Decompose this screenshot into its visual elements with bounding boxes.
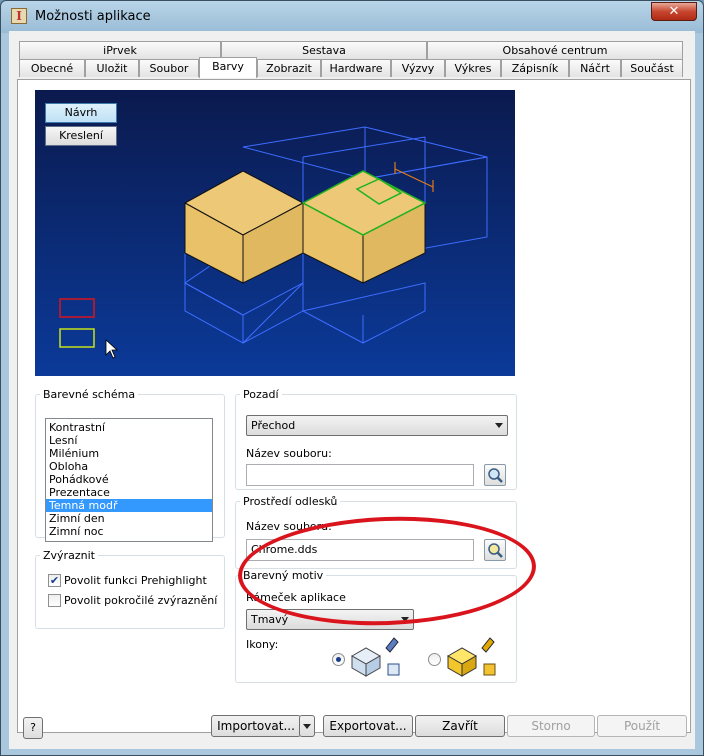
color-scheme-label: Barevné schéma (43, 388, 136, 401)
reflection-group: Prostředí odlesků Název souboru: Chrome.… (235, 495, 517, 569)
list-item-selected[interactable]: Temná modř (46, 499, 212, 512)
close-button[interactable]: Zavřít (415, 715, 505, 737)
prehighlight-label: Povolit funkci Prehighlight (64, 574, 207, 587)
background-filename-label: Název souboru: (246, 447, 332, 460)
highlight-label: Zvýraznit (43, 549, 95, 562)
light-cube-icon (350, 637, 400, 677)
chevron-down-icon (303, 724, 311, 729)
color-scheme-group: Barevné schéma Kontrastní Lesní Milénium… (35, 388, 225, 542)
title-bar[interactable]: I Možnosti aplikace ✕ (1, 1, 703, 33)
tab-nacrt[interactable]: Náčrt (569, 59, 621, 77)
tab-hardware[interactable]: Hardware (321, 59, 391, 77)
highlight-group: Zvýraznit ✔ Povolit funkci Prehighlight … (35, 549, 225, 629)
tab-soucast[interactable]: Součást (621, 59, 683, 77)
reflection-browse-button[interactable] (484, 539, 506, 561)
frame-select-value: Tmavý (251, 613, 289, 626)
icons-light-radio[interactable] (332, 653, 345, 666)
chevron-down-icon (495, 423, 503, 428)
tab-obecne[interactable]: Obecné (19, 59, 85, 77)
frame-label: Rámeček aplikace (246, 591, 346, 604)
list-item[interactable]: Obloha (46, 460, 212, 473)
tab-soubor[interactable]: Soubor (139, 59, 199, 77)
reflection-filename-input[interactable]: Chrome.dds (246, 539, 474, 561)
tab-ulozit[interactable]: Uložit (85, 59, 139, 77)
preview-drawing-button[interactable]: Kreslení (45, 126, 117, 146)
help-button[interactable]: ? (23, 717, 43, 739)
window-title: Možnosti aplikace (35, 9, 151, 24)
dialog-window: I Možnosti aplikace ✕ iPrvek Sestava Obs… (0, 0, 704, 756)
magnifier-icon (488, 543, 503, 558)
enhanced-highlight-label: Povolit pokročilé zvýraznění (64, 594, 218, 607)
frame-select[interactable]: Tmavý (246, 609, 414, 630)
export-button[interactable]: Exportovat... (323, 715, 413, 737)
cancel-button[interactable]: Storno (507, 715, 595, 737)
background-browse-button[interactable] (484, 464, 506, 486)
dialog-client: iPrvek Sestava Obsahové centrum Obecné U… (9, 31, 695, 749)
list-item[interactable]: Kontrastní (46, 421, 212, 434)
tab-obsahove-centrum[interactable]: Obsahové centrum (427, 41, 683, 59)
background-select[interactable]: Přechod (246, 415, 508, 436)
reflection-label: Prostředí odlesků (243, 495, 338, 508)
list-item[interactable]: Zimní den (46, 512, 212, 525)
import-button[interactable]: Importovat... (211, 715, 301, 737)
tab-iprvek[interactable]: iPrvek (19, 41, 221, 59)
list-item[interactable]: Prezentace (46, 486, 212, 499)
icons-label: Ikony: (246, 638, 279, 651)
tab-vyzvy[interactable]: Výzvy (391, 59, 445, 77)
dark-cube-icon (446, 637, 496, 677)
tab-zobrazit[interactable]: Zobrazit (257, 59, 321, 77)
import-menu-button[interactable] (299, 715, 315, 737)
list-item[interactable]: Lesní (46, 434, 212, 447)
background-filename-input[interactable] (246, 464, 474, 486)
icons-dark-radio[interactable] (428, 653, 441, 666)
reflection-filename-label: Název souboru: (246, 520, 332, 533)
enhanced-highlight-checkbox[interactable] (48, 594, 61, 607)
magnifier-icon (488, 468, 503, 483)
background-group: Pozadí Přechod Název souboru: (235, 388, 517, 490)
color-preview: Návrh Kreslení (35, 90, 515, 376)
background-select-value: Přechod (251, 419, 296, 432)
tab-zapisnik[interactable]: Zápisník (501, 59, 569, 77)
tab-vykres[interactable]: Výkres (445, 59, 501, 77)
color-scheme-list[interactable]: Kontrastní Lesní Milénium Obloha Pohádko… (45, 418, 213, 542)
preview-design-button[interactable]: Návrh (45, 103, 117, 123)
chevron-down-icon (401, 617, 409, 622)
prehighlight-checkbox[interactable]: ✔ (48, 574, 61, 587)
color-theme-label: Barevný motiv (243, 569, 324, 582)
list-item[interactable]: Milénium (46, 447, 212, 460)
list-item[interactable]: Pohádkové (46, 473, 212, 486)
close-window-button[interactable]: ✕ (651, 2, 697, 21)
apply-button[interactable]: Použít (597, 715, 687, 737)
list-item[interactable]: Zimní noc (46, 525, 212, 538)
app-logo-icon: I (11, 8, 27, 24)
tab-barvy[interactable]: Barvy (199, 57, 257, 78)
background-label: Pozadí (243, 388, 279, 401)
color-theme-group: Barevný motiv Rámeček aplikace Tmavý Iko… (235, 569, 517, 683)
